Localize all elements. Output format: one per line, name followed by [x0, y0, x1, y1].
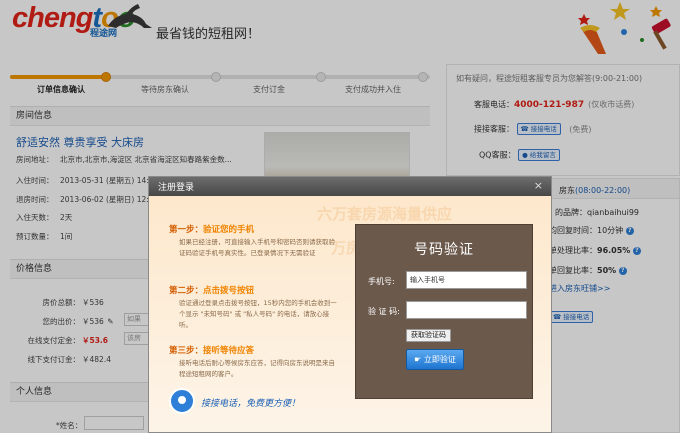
close-icon[interactable]: ×	[534, 179, 543, 192]
verify-button-label: 立即验证	[423, 355, 456, 364]
phone-mascot-icon	[169, 388, 195, 414]
bg-watermark-text: 六万套房源海量供应	[317, 205, 453, 223]
phone-verify-panel: 号码验证 手机号: 输入手机号 验 证 码: 获取验证码 ☛ 立即验证	[355, 224, 533, 399]
dialog-titlebar: 注册登录 ×	[149, 177, 551, 196]
cursor-hand-icon: ☛	[414, 355, 422, 364]
step-prefix: 第一步：	[169, 225, 204, 235]
step1-heading: 第一步：验证您的手机	[169, 223, 254, 235]
step3-body: 接听电话后耐心等候房东应答，记得向房东说明是来自程途短租网的客户。	[179, 359, 335, 378]
step-title: 验证您的手机	[203, 225, 255, 235]
register-login-dialog: 注册登录 × 六万套房源海量供应 万房东在线客服 第一步：验证您的手机 如果已经…	[148, 176, 552, 433]
step-title: 点击拨号按钮	[203, 286, 255, 296]
verify-title: 号码验证	[414, 242, 474, 258]
step1-body: 如果已经注册，可直接输入手机号和密码否则请获取验证码验证手机号真实性。已登录情况…	[179, 238, 335, 257]
step3-heading: 第三步：接听等待应答	[169, 344, 254, 356]
step-prefix: 第二步：	[169, 286, 204, 296]
step2-heading: 第二步：点击拨号按钮	[169, 284, 254, 296]
step2-body: 验证通过登录点击拨号按钮，15秒内您的手机会收到一个显示 "未知号码" 或 "私…	[179, 299, 337, 329]
code-label: 验 证 码:	[368, 307, 400, 316]
step-prefix: 第三步：	[169, 346, 204, 356]
code-input[interactable]	[406, 301, 527, 319]
dialog-title: 注册登录	[158, 183, 195, 193]
phone-label: 手机号:	[368, 277, 395, 286]
verify-now-button[interactable]: ☛ 立即验证	[406, 349, 464, 370]
phone-input[interactable]: 输入手机号	[406, 271, 527, 289]
get-code-button[interactable]: 获取验证码	[406, 329, 451, 342]
step-title: 接听等待应答	[203, 346, 255, 356]
dialog-tagline: 接接电话，免费更方便！	[201, 399, 301, 409]
dialog-body: 六万套房源海量供应 万房东在线客服 第一步：验证您的手机 如果已经注册，可直接输…	[149, 196, 551, 432]
